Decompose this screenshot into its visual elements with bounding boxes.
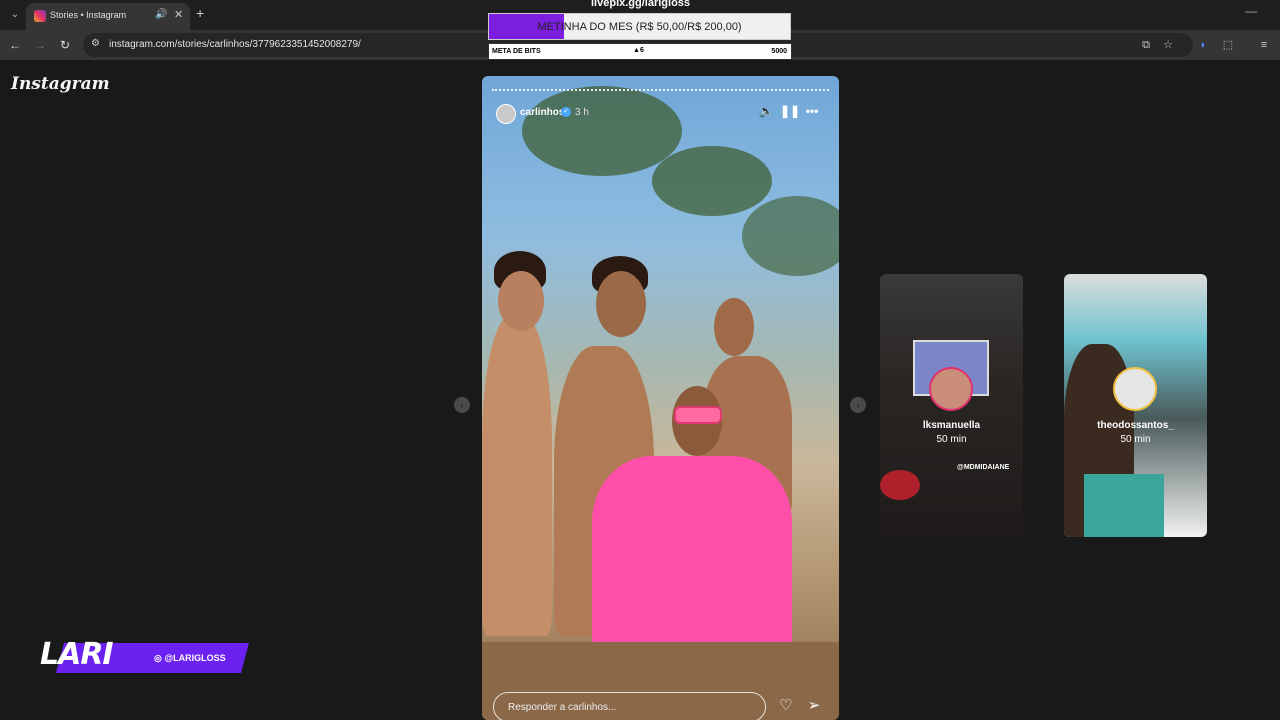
shirt xyxy=(1084,474,1164,537)
screen: ⌄ Stories • Instagram 🔊 ✕ + — ← → ↻ ⚙ in… xyxy=(0,0,1280,720)
previous-story-arrow-icon[interactable]: ‹ xyxy=(454,397,470,413)
preview-caption: @MDMIDAIANE xyxy=(957,464,1010,471)
person xyxy=(482,316,552,636)
instagram-stories-page: Instagram ‹ › carlinhos ✓ 3 h 🔈 ❚❚ ••• R… xyxy=(0,60,1280,720)
instagram-favicon-icon xyxy=(34,10,46,22)
menu-icon[interactable]: ≡ xyxy=(1256,37,1272,53)
preview-time: 50 min xyxy=(936,434,967,445)
avatar xyxy=(1113,367,1157,411)
bits-goal-value: 5000 xyxy=(771,48,787,55)
install-app-icon[interactable]: ⧉ xyxy=(1138,37,1154,53)
verified-badge-icon: ✓ xyxy=(561,107,571,117)
palm-foliage xyxy=(522,86,682,176)
back-arrow-icon[interactable]: ← xyxy=(7,37,23,53)
streamer-name: LARI xyxy=(40,637,114,672)
send-icon[interactable]: ➢ xyxy=(804,696,824,716)
bits-current: ▲6 xyxy=(633,47,644,54)
site-info-icon[interactable]: ⚙ xyxy=(91,38,100,49)
tab-title: Stories • Instagram xyxy=(50,10,127,20)
extension-audio-icon[interactable]: ◗ xyxy=(1195,37,1211,53)
volume-icon[interactable]: 🔈 xyxy=(758,103,774,119)
story-username[interactable]: carlinhos xyxy=(520,107,564,118)
person-head xyxy=(596,271,646,337)
close-icon[interactable]: ✕ xyxy=(174,8,183,21)
preview-username: lksmanuella xyxy=(922,420,981,431)
avatar[interactable] xyxy=(496,104,516,124)
story-preview-lksmanuella[interactable]: lksmanuella 50 min @MDMIDAIANE xyxy=(880,274,1023,537)
person-head xyxy=(498,271,544,331)
bits-current-value: 6 xyxy=(639,47,644,54)
speaker-icon[interactable]: 🔊 xyxy=(155,9,167,20)
url-text[interactable]: instagram.com/stories/carlinhos/37796233… xyxy=(109,39,361,50)
story-timestamp: 3 h xyxy=(575,107,589,118)
story-viewer[interactable]: carlinhos ✓ 3 h 🔈 ❚❚ ••• Responder a car… xyxy=(482,76,839,720)
more-options-icon[interactable]: ••• xyxy=(804,103,820,119)
story-preview-theodossantos[interactable]: theodossantos_ 50 min xyxy=(1064,274,1207,537)
streamer-handle-text: @LARIGLOSS xyxy=(164,653,226,663)
new-tab-plus-icon[interactable]: + xyxy=(196,5,204,21)
monthly-goal-text: METINHA DO MES (R$ 50,00/R$ 200,00) xyxy=(537,21,742,33)
bookmark-star-icon[interactable]: ☆ xyxy=(1160,37,1176,53)
heart-icon[interactable]: ♡ xyxy=(776,696,796,716)
reply-input[interactable]: Responder a carlinhos... xyxy=(493,692,766,720)
tab-stories-instagram[interactable]: Stories • Instagram 🔊 ✕ xyxy=(26,3,190,30)
streamer-handle: ◎ @LARIGLOSS xyxy=(154,653,226,663)
forward-arrow-icon[interactable]: → xyxy=(32,37,48,53)
palm-foliage xyxy=(652,146,772,216)
preview-object xyxy=(880,470,920,500)
preview-time: 50 min xyxy=(1120,434,1151,445)
reply-placeholder: Responder a carlinhos... xyxy=(508,702,617,713)
extensions-puzzle-icon[interactable]: ⬚ xyxy=(1220,37,1236,53)
preview-username: theodossantos_ xyxy=(1097,420,1174,431)
minimize-icon[interactable]: — xyxy=(1245,4,1257,18)
story-progress-bar xyxy=(492,89,829,91)
pink-sunglasses xyxy=(674,406,722,424)
next-story-arrow-icon[interactable]: › xyxy=(850,397,866,413)
livepix-link: livepix.gg/larigloss xyxy=(591,0,691,9)
monthly-goal-bar: METINHA DO MES (R$ 50,00/R$ 200,00) xyxy=(488,13,791,40)
pause-icon[interactable]: ❚❚ xyxy=(780,103,800,119)
avatar xyxy=(929,367,973,411)
palm-foliage xyxy=(742,196,839,276)
instagram-logo[interactable]: Instagram xyxy=(11,74,110,94)
person-head xyxy=(714,298,754,356)
tab-search-chevron-icon[interactable]: ⌄ xyxy=(6,6,24,24)
bits-goal-bar: META DE BITS ▲6 5000 xyxy=(488,43,792,60)
bits-goal-label: META DE BITS xyxy=(492,48,541,55)
reload-icon[interactable]: ↻ xyxy=(57,37,73,53)
